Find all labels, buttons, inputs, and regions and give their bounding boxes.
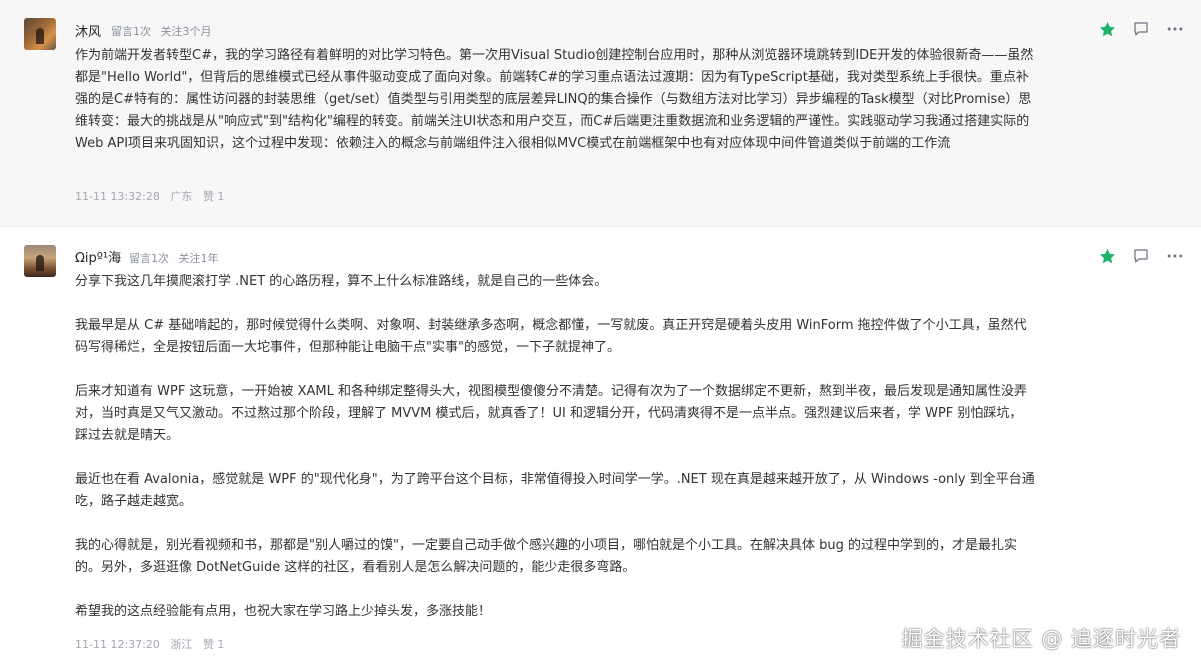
comment-time: 11-11 12:37:20 <box>75 638 160 651</box>
comment-location: 广东 <box>170 190 193 203</box>
comment-item: Ωipº¹海 留言1次 关注1年 分享下我这几年摸爬滚打学 .NET 的心路历程… <box>0 227 1201 669</box>
comment-time: 11-11 13:32:28 <box>75 190 160 203</box>
comment-count: 留言1次 <box>129 252 169 265</box>
author-name[interactable]: Ωipº¹海 <box>75 247 121 266</box>
star-icon[interactable] <box>1097 19 1117 39</box>
comment-content: 作为前端开发者转型C#，我的学习路径有着鲜明的对比学习特色。第一次用Visual… <box>75 45 1035 155</box>
comment-paragraph: 希望我的这点经验能有点用，也祝大家在学习路上少掉头发，多涨技能！ <box>75 604 492 619</box>
comment-count: 留言1次 <box>111 25 151 38</box>
comment-item: 沐风 留言1次 关注3个月 作为前端开发者转型C#，我的学习路径有着鲜明的对比学… <box>0 0 1201 227</box>
more-dots-icon[interactable] <box>1165 246 1185 266</box>
follow-duration: 关注1年 <box>178 252 219 265</box>
comment-actions <box>1083 19 1185 39</box>
avatar[interactable] <box>24 18 56 50</box>
comment-content: 分享下我这几年摸爬滚打学 .NET 的心路历程，算不上什么标准路线，就是自己的一… <box>75 271 1035 623</box>
author-meta: 留言1次 关注1年 <box>129 250 225 266</box>
author-meta: 留言1次 关注3个月 <box>111 23 218 39</box>
comment-actions <box>1083 246 1185 266</box>
watermark: 掘金技术社区 @ 追逐时光者 <box>901 627 1181 651</box>
comment-paragraph: 我的心得就是，别光看视频和书，那都是"别人嚼过的馍"，一定要自己动手做个感兴趣的… <box>75 538 1017 575</box>
reply-bubble-icon[interactable] <box>1131 19 1151 39</box>
avatar[interactable] <box>24 245 56 277</box>
comment-paragraph: 分享下我这几年摸爬滚打学 .NET 的心路历程，算不上什么标准路线，就是自己的一… <box>75 274 608 289</box>
like-button[interactable]: 赞 1 <box>203 190 225 203</box>
comment-location: 浙江 <box>170 638 193 651</box>
star-icon[interactable] <box>1097 246 1117 266</box>
follow-duration: 关注3个月 <box>160 25 212 38</box>
comment-paragraph: 最近也在看 Avalonia，感觉就是 WPF 的"现代化身"，为了跨平台这个目… <box>75 472 1035 509</box>
comment-paragraph: 作为前端开发者转型C#，我的学习路径有着鲜明的对比学习特色。第一次用Visual… <box>75 48 1034 151</box>
more-dots-icon[interactable] <box>1165 19 1185 39</box>
comment-paragraph: 后来才知道有 WPF 这玩意，一开始被 XAML 和各种绑定整得头大，视图模型傻… <box>75 384 1027 443</box>
like-button[interactable]: 赞 1 <box>203 638 225 651</box>
author-name[interactable]: 沐风 <box>75 21 101 40</box>
comment-footer: 11-11 12:37:20 浙江 赞 1 <box>75 636 231 652</box>
comment-footer: 11-11 13:32:28 广东 赞 1 <box>75 188 231 204</box>
comment-paragraph: 我最早是从 C# 基础啃起的，那时候觉得什么类啊、对象啊、封装继承多态啊，概念都… <box>75 318 1027 355</box>
reply-bubble-icon[interactable] <box>1131 246 1151 266</box>
